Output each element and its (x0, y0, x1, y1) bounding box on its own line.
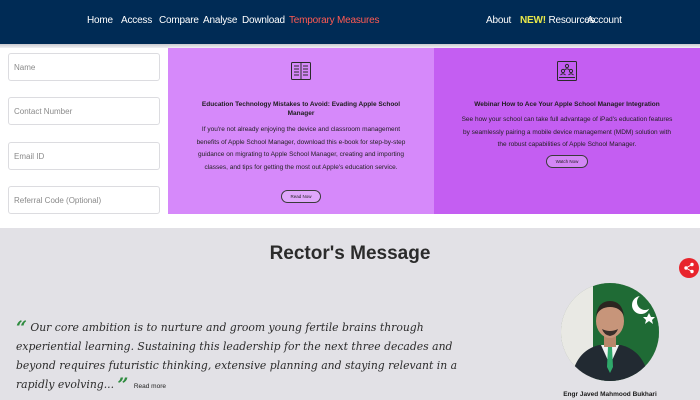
card-title: Education Technology Mistakes to Avoid: … (201, 101, 401, 117)
quote-message: Our core ambition is to nurture and groo… (16, 321, 458, 391)
read-now-button[interactable]: Read Now (281, 190, 321, 203)
nav-item-analyse[interactable]: Analyse (203, 15, 237, 26)
name-field-wrapper (8, 53, 160, 81)
share-button[interactable] (679, 258, 699, 278)
book-icon (290, 60, 312, 87)
rector-photo (561, 283, 659, 381)
contact-number-input[interactable] (9, 98, 159, 124)
contact-field-wrapper (8, 97, 160, 125)
section-heading: Rector's Message (269, 243, 431, 264)
nav-item-resources[interactable]: NEW! Resources (520, 15, 595, 26)
nav-item-compare[interactable]: Compare (159, 15, 199, 26)
contact-form (0, 48, 168, 214)
nav-item-access[interactable]: Access (121, 15, 152, 26)
card-description: See how your school can take full advant… (461, 116, 673, 148)
nav-item-temporary-measures[interactable]: Temporary Measures (289, 15, 380, 26)
nav-item-account[interactable]: Account (587, 15, 622, 26)
open-quote-icon: “ (16, 317, 27, 339)
card-title: Webinar How to Ace Your Apple School Man… (474, 101, 660, 108)
nav-item-download[interactable]: Download (242, 15, 285, 26)
email-input[interactable] (9, 143, 159, 169)
referral-code-input[interactable] (9, 187, 159, 213)
rector-quote: “ Our core ambition is to nurture and gr… (16, 318, 486, 396)
top-navigation-bar: Home Access Compare Analyse Download Tem… (0, 0, 700, 44)
nav-item-about[interactable]: About (486, 15, 511, 26)
nav-item-home[interactable]: Home (87, 15, 113, 26)
watch-now-button[interactable]: Watch Now (546, 155, 588, 168)
name-input[interactable] (9, 54, 159, 80)
new-badge: NEW! (520, 15, 546, 26)
resource-card-ebook: Education Technology Mistakes to Avoid: … (168, 48, 434, 214)
close-quote-icon: ” (117, 374, 129, 396)
resource-card-webinar: Webinar How to Ace Your Apple School Man… (434, 48, 700, 214)
referral-field-wrapper (8, 186, 160, 214)
share-icon (684, 262, 694, 274)
people-group-icon (556, 60, 578, 87)
email-field-wrapper (8, 142, 160, 170)
read-more-link[interactable]: Read more (134, 383, 166, 390)
card-description: If you're not already enjoying the devic… (196, 126, 406, 171)
rector-name: Engr Javed Mahmood Bukhari (563, 391, 657, 398)
